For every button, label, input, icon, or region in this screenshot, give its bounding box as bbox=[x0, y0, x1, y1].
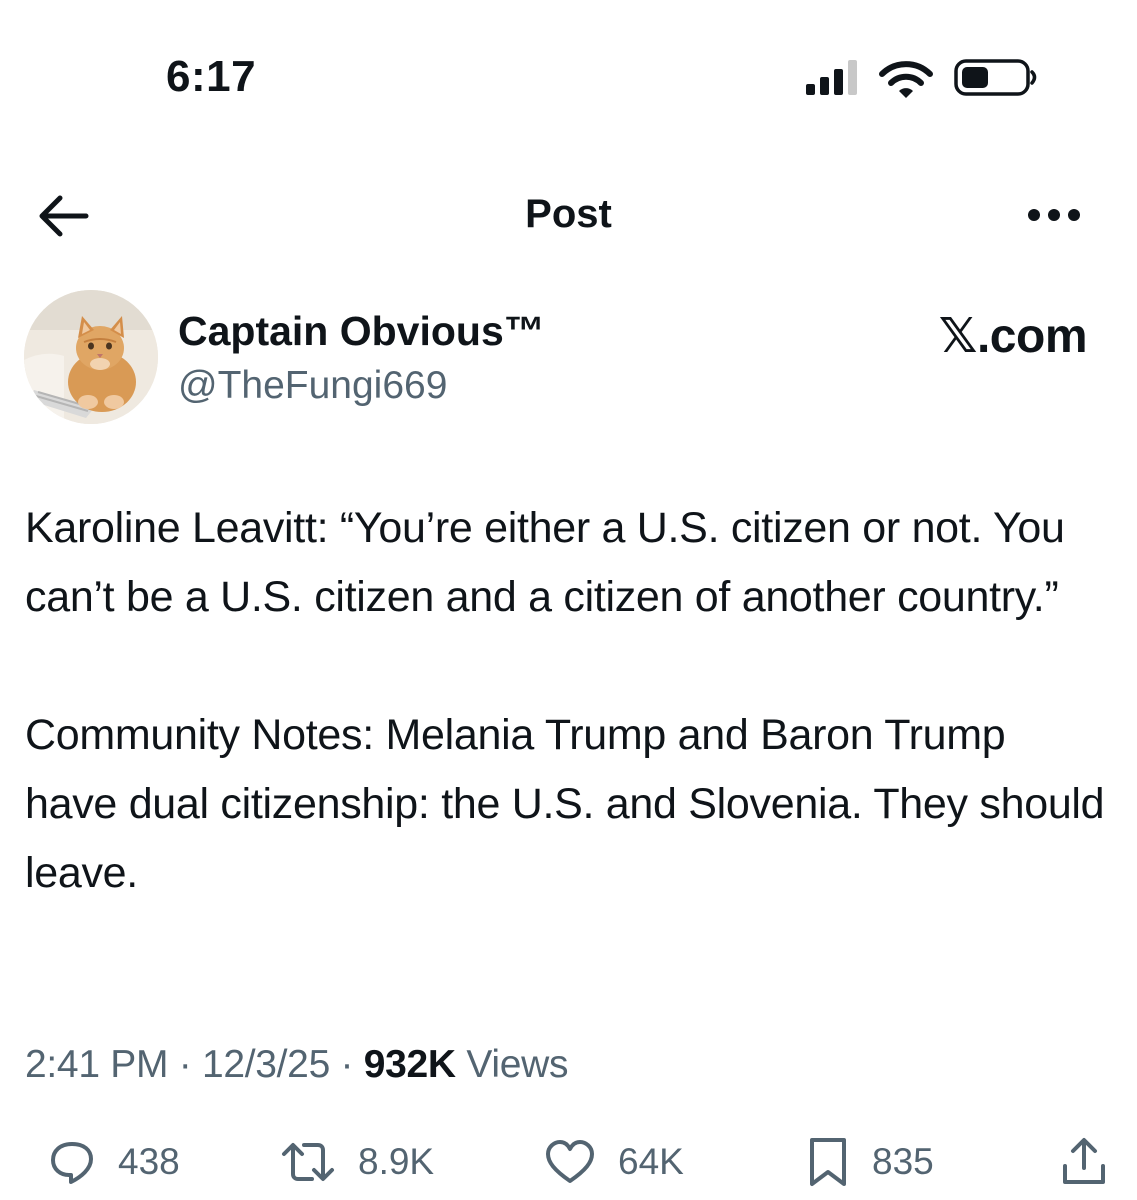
wifi-icon bbox=[879, 61, 933, 98]
more-options-button[interactable] bbox=[1020, 190, 1090, 240]
bookmark-count: 835 bbox=[872, 1141, 934, 1182]
cat-avatar bbox=[24, 290, 158, 424]
share-icon bbox=[1063, 1138, 1105, 1184]
repost-count: 8.9K bbox=[358, 1141, 435, 1182]
battery-icon bbox=[954, 59, 1037, 96]
page-title: Post bbox=[525, 192, 612, 236]
post-meta: 2:41 PM · 12/3/25 · 932K Views bbox=[25, 1043, 568, 1087]
views-count: 932K bbox=[363, 1043, 456, 1086]
reply-count: 438 bbox=[118, 1141, 180, 1182]
bookmark-button[interactable]: 835 bbox=[806, 1130, 934, 1194]
avatar[interactable] bbox=[24, 290, 158, 424]
action-bar: 438 8.9K 64K 835 bbox=[0, 1130, 1137, 1200]
like-button[interactable]: 64K bbox=[544, 1130, 684, 1194]
repost-icon bbox=[282, 1143, 334, 1181]
meta-separator: · bbox=[340, 1043, 354, 1086]
signal-bars-icon bbox=[806, 60, 857, 95]
author-row: Captain Obvious™ @TheFungi669 𝕏.com bbox=[0, 290, 1137, 430]
heart-icon bbox=[546, 1140, 594, 1183]
post-paragraph: Karoline Leavitt: “You’re either a U.S. … bbox=[25, 504, 1065, 621]
user-handle[interactable]: @TheFungi669 bbox=[178, 364, 447, 408]
reply-button[interactable]: 438 bbox=[48, 1130, 180, 1194]
post-time[interactable]: 2:41 PM bbox=[25, 1043, 168, 1086]
status-time: 6:17 bbox=[166, 52, 257, 101]
post-date[interactable]: 12/3/25 bbox=[202, 1043, 330, 1086]
status-icons bbox=[806, 58, 1046, 98]
display-name[interactable]: Captain Obvious™ bbox=[178, 308, 545, 355]
nav-bar: Post bbox=[0, 170, 1137, 260]
reply-icon bbox=[51, 1142, 93, 1184]
share-button[interactable] bbox=[1060, 1130, 1108, 1194]
views-label: Views bbox=[466, 1043, 569, 1086]
more-dots-icon bbox=[1028, 209, 1080, 221]
x-com-watermark: 𝕏.com bbox=[938, 310, 1088, 363]
repost-button[interactable]: 8.9K bbox=[280, 1130, 434, 1194]
post-body: Karoline Leavitt: “You’re either a U.S. … bbox=[25, 494, 1105, 908]
post-paragraph: Community Notes: Melania Trump and Baron… bbox=[25, 711, 1105, 897]
bookmark-icon bbox=[810, 1138, 846, 1186]
status-bar: 6:17 bbox=[0, 0, 1137, 150]
meta-separator: · bbox=[178, 1043, 192, 1086]
like-count: 64K bbox=[618, 1141, 684, 1182]
